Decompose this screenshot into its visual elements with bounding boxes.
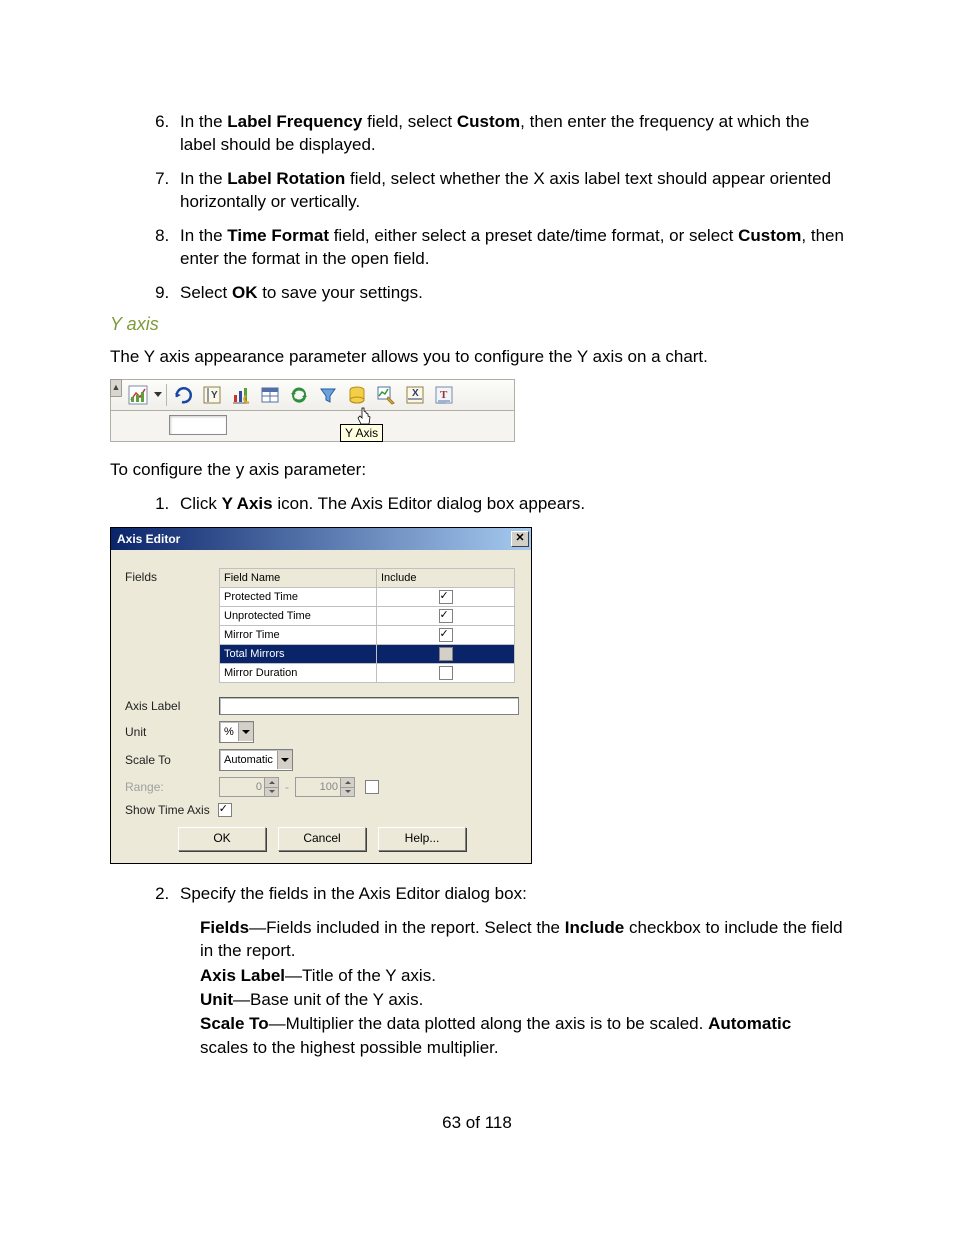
step-1-click-yaxis: Click Y Axis icon. The Axis Editor dialo… xyxy=(174,492,844,515)
show-time-axis-label: Show Time Axis xyxy=(125,803,210,817)
axis-label-label: Axis Label xyxy=(125,699,219,713)
dialog-title: Axis Editor xyxy=(117,532,180,546)
step-7: In the Label Rotation field, select whet… xyxy=(174,167,844,214)
step-9: Select OK to save your settings. xyxy=(174,281,844,304)
paragraph-yaxis-intro: The Y axis appearance parameter allows y… xyxy=(110,345,844,369)
refresh-icon[interactable] xyxy=(285,381,313,409)
table-row[interactable]: Unprotected Time xyxy=(220,607,515,626)
include-checkbox[interactable] xyxy=(439,628,453,642)
table-row[interactable]: Mirror Duration xyxy=(220,664,515,683)
unit-combo[interactable]: % xyxy=(219,721,254,743)
fields-table: Field Name Include Protected Time Unprot… xyxy=(219,568,515,683)
close-icon[interactable]: ✕ xyxy=(511,531,529,547)
heading-y-axis: Y axis xyxy=(110,314,844,335)
chevron-down-icon xyxy=(238,723,253,741)
field-definitions: Fields—Fields included in the report. Se… xyxy=(200,916,844,1060)
step-6: In the Label Frequency field, select Cus… xyxy=(174,110,844,157)
toolbar-illustration: ▲ Y xyxy=(110,379,515,442)
bar-chart-icon[interactable] xyxy=(227,381,255,409)
range-label: Range: xyxy=(125,780,219,794)
step-2-specify-fields: Specify the fields in the Axis Editor di… xyxy=(174,882,844,905)
range-enable-checkbox[interactable] xyxy=(365,780,379,794)
toolbar-text-input[interactable] xyxy=(169,415,227,435)
help-button[interactable]: Help... xyxy=(378,827,466,851)
range-low-spinner xyxy=(219,777,279,797)
svg-text:Y: Y xyxy=(211,390,218,401)
instruction-steps-yaxis: Click Y Axis icon. The Axis Editor dialo… xyxy=(110,492,844,515)
table-row[interactable]: Protected Time xyxy=(220,588,515,607)
scale-to-combo[interactable]: Automatic xyxy=(219,749,293,771)
axis-editor-dialog: Axis Editor ✕ Fields Field Name Include … xyxy=(110,527,532,864)
page-number: 63 of 118 xyxy=(110,1113,844,1133)
include-checkbox[interactable] xyxy=(439,666,453,680)
include-checkbox[interactable] xyxy=(439,647,453,661)
chart-type-dropdown-icon[interactable] xyxy=(153,392,163,397)
include-checkbox[interactable] xyxy=(439,609,453,623)
step-8: In the Time Format field, either select … xyxy=(174,224,844,271)
table-row[interactable]: Total Mirrors xyxy=(220,645,515,664)
chart-edit-icon[interactable] xyxy=(372,381,400,409)
cancel-button[interactable]: Cancel xyxy=(278,827,366,851)
x-axis-icon[interactable]: X xyxy=(401,381,429,409)
col-field-name: Field Name xyxy=(220,569,377,588)
text-label-icon[interactable]: T xyxy=(430,381,458,409)
axis-label-input[interactable] xyxy=(219,697,519,715)
show-time-axis-checkbox[interactable] xyxy=(218,803,232,817)
y-axis-icon[interactable]: Y xyxy=(198,381,226,409)
fields-label: Fields xyxy=(125,568,219,584)
tooltip-y-axis: Y Axis xyxy=(340,424,383,442)
include-checkbox[interactable] xyxy=(439,590,453,604)
range-high-spinner xyxy=(295,777,355,797)
scroll-up-icon: ▲ xyxy=(110,379,122,397)
instruction-steps-top: In the Label Frequency field, select Cus… xyxy=(110,110,844,304)
filter-icon[interactable] xyxy=(314,381,342,409)
chart-type-icon[interactable] xyxy=(124,381,152,409)
svg-text:X: X xyxy=(412,388,419,399)
unit-label: Unit xyxy=(125,725,219,739)
paragraph-configure: To configure the y axis parameter: xyxy=(110,458,844,482)
scale-to-label: Scale To xyxy=(125,753,219,767)
table-icon[interactable] xyxy=(256,381,284,409)
database-icon[interactable] xyxy=(343,381,371,409)
table-row[interactable]: Mirror Time xyxy=(220,626,515,645)
undo-icon[interactable] xyxy=(169,381,197,409)
col-include: Include xyxy=(377,569,515,588)
ok-button[interactable]: OK xyxy=(178,827,266,851)
chevron-down-icon xyxy=(277,751,292,769)
svg-text:T: T xyxy=(440,389,448,401)
